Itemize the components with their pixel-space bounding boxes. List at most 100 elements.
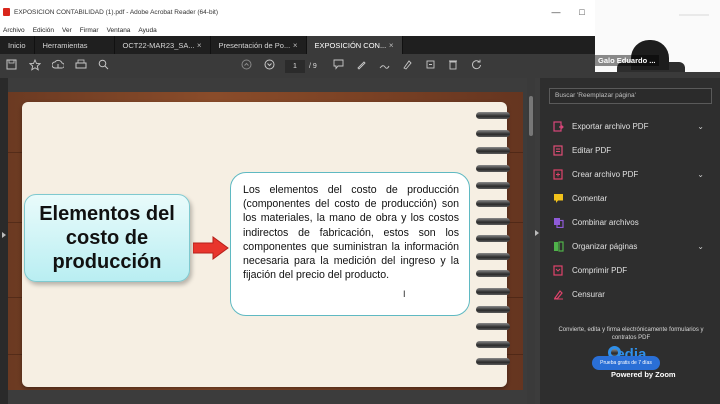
trash-icon[interactable] (442, 59, 465, 73)
text-cursor-icon: I (403, 289, 406, 299)
tool-label: Crear archivo PDF (572, 169, 639, 179)
tool-label: Comentar (572, 193, 608, 203)
comment-icon (552, 192, 564, 204)
tool-compress-pdf[interactable]: Comprimir PDF (552, 258, 712, 282)
upload-cloud-icon[interactable] (46, 59, 69, 73)
participant-name: Galo Eduardo ... (595, 55, 659, 66)
stamp-icon[interactable] (419, 59, 442, 73)
redact-icon (552, 288, 564, 300)
menu-edicion[interactable]: Edición (33, 27, 54, 34)
spiral-ring (476, 270, 510, 278)
tab-herramientas[interactable]: Herramientas (35, 36, 115, 54)
bookmark-star-icon[interactable] (23, 58, 46, 74)
spiral-ring (476, 164, 510, 172)
tab-label: EXPOSICIÓN CON... (314, 40, 387, 50)
spiral-ring (476, 358, 510, 366)
tab-label: Herramientas (42, 40, 88, 50)
zoom-video-tile[interactable]: Galo Eduardo ... (595, 0, 720, 72)
save-icon[interactable] (0, 59, 23, 73)
tab-label: Inicio (8, 40, 26, 50)
chevron-down-icon[interactable]: ⌄ (697, 170, 704, 179)
spiral-ring (476, 252, 510, 260)
tab-inicio[interactable]: Inicio (0, 36, 35, 54)
spiral-ring (476, 147, 510, 155)
powered-by-zoom: Powered by Zoom (611, 370, 676, 379)
acrobat-window: EXPOSICIÓN CONTABILIDAD (1).pdf - Adobe … (0, 0, 720, 404)
menu-archivo[interactable]: Archivo (3, 27, 25, 34)
close-icon[interactable]: × (389, 41, 394, 50)
chevron-down-icon[interactable]: ⌄ (697, 122, 704, 131)
tool-redact[interactable]: Censurar (552, 282, 712, 306)
tool-label: Organizar páginas (572, 241, 638, 251)
tab-document-presentacion[interactable]: Presentación de Po... × (211, 36, 307, 54)
page-total: / 9 (309, 62, 317, 70)
spiral-ring (476, 288, 510, 295)
menu-ver[interactable]: Ver (62, 27, 72, 34)
previous-page-icon[interactable] (235, 59, 258, 73)
spiral-ring (476, 235, 510, 243)
scrollbar-thumb[interactable] (529, 96, 533, 136)
tool-label: Exportar archivo PDF (572, 121, 649, 131)
tool-comment[interactable]: Comentar (552, 186, 712, 210)
menu-ventana[interactable]: Ventana (107, 27, 131, 34)
highlight-pen-icon[interactable] (350, 59, 373, 73)
next-page-icon[interactable] (258, 59, 281, 73)
tab-label: Presentación de Po... (218, 40, 291, 50)
fill-sign-icon[interactable] (396, 59, 419, 73)
left-nav-strip (0, 78, 8, 404)
spiral-ring (476, 182, 510, 190)
title-bar: EXPOSICIÓN CONTABILIDAD (1).pdf - Adobe … (0, 0, 595, 24)
close-icon[interactable]: × (197, 41, 202, 50)
toolbar: 1 / 9 (0, 54, 595, 78)
tab-label: OCT22-MAR23_SA... (122, 40, 195, 50)
right-arrow-shape (193, 236, 229, 260)
menu-firmar[interactable]: Firmar (80, 27, 99, 34)
zoom-search-icon[interactable] (92, 59, 115, 73)
slide-title: Elementos del costo de producción (39, 203, 175, 273)
create-pdf-icon (552, 168, 564, 180)
tool-organize-pages[interactable]: Organizar páginas ⌄ (552, 234, 712, 258)
pdf-page-slide: Elementos del costo de producción Los el… (8, 92, 523, 390)
rotate-icon[interactable] (465, 59, 488, 73)
menu-bar: Archivo Edición Ver Firmar Ventana Ayuda (0, 24, 595, 36)
organize-pages-icon (552, 240, 564, 252)
slide-body-text: Los elementos del costo de producción (c… (243, 184, 459, 282)
comment-bubble-icon[interactable] (327, 59, 350, 73)
tool-export-pdf[interactable]: Exportar archivo PDF ⌄ (552, 114, 712, 138)
free-trial-button[interactable]: Prueba gratis de 7 días (592, 356, 660, 370)
tool-create-pdf[interactable]: Crear archivo PDF ⌄ (552, 162, 712, 186)
tools-list: Exportar archivo PDF ⌄ Editar PDF Crear … (552, 114, 712, 306)
close-icon[interactable]: × (293, 41, 298, 50)
maximize-button[interactable]: □ (569, 7, 595, 17)
window-title: EXPOSICIÓN CONTABILIDAD (1).pdf - Adobe … (14, 8, 218, 16)
spiral-ring (476, 200, 510, 207)
expand-left-pane-icon[interactable] (2, 232, 6, 238)
minimize-button[interactable]: — (543, 7, 569, 17)
spiral-ring (476, 129, 510, 137)
tab-bar: Inicio Herramientas OCT22-MAR23_SA... × P… (0, 36, 595, 54)
menu-ayuda[interactable]: Ayuda (138, 27, 156, 34)
sign-pen-icon[interactable] (373, 59, 396, 73)
promo-text: Convierte, edita y firma electrónicament… (558, 327, 704, 341)
tab-document-oct22[interactable]: OCT22-MAR23_SA... × (115, 36, 211, 54)
export-pdf-icon (552, 120, 564, 132)
tools-search-input[interactable]: Buscar 'Reemplazar página' (549, 88, 712, 104)
vertical-scrollbar[interactable] (527, 78, 535, 404)
tool-edit-pdf[interactable]: Editar PDF (552, 138, 712, 162)
spiral-ring (476, 217, 510, 225)
chevron-down-icon[interactable]: ⌄ (697, 242, 704, 251)
tool-label: Comprimir PDF (572, 265, 628, 275)
ceiling-light (679, 14, 709, 16)
edit-pdf-icon (552, 144, 564, 156)
collapse-right-pane-icon[interactable] (535, 230, 539, 236)
spiral-ring (476, 340, 510, 348)
combine-files-icon (552, 216, 564, 228)
tool-label: Censurar (572, 289, 605, 299)
print-icon[interactable] (69, 59, 92, 73)
page-number-input[interactable]: 1 (285, 59, 305, 73)
spiral-ring (476, 305, 510, 313)
tool-combine-files[interactable]: Combinar archivos (552, 210, 712, 234)
tab-document-exposicion[interactable]: EXPOSICIÓN CON... × (306, 36, 403, 54)
tool-label: Editar PDF (572, 145, 612, 155)
compress-pdf-icon (552, 264, 564, 276)
